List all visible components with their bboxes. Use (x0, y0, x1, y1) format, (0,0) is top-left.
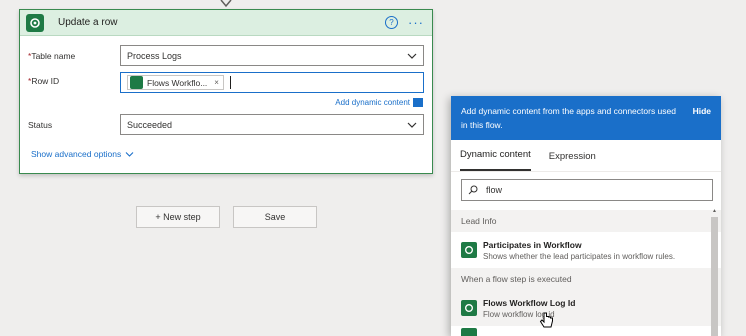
search-value: flow (486, 185, 503, 195)
show-advanced-label: Show advanced options (31, 149, 122, 159)
help-icon[interactable]: ? (385, 16, 398, 29)
dynamic-content-token[interactable]: Flows Workflo... × (127, 75, 224, 90)
list-item-description: Shows whether the lead participates in w… (483, 251, 676, 261)
status-dropdown[interactable]: Succeeded (120, 114, 424, 135)
dynamic-content-flyout: Add dynamic content from the apps and co… (451, 96, 721, 336)
update-row-action-card: Update a row ? ··· *Table name Process L… (19, 9, 433, 174)
dynamic-content-toggle-icon[interactable] (413, 98, 423, 107)
table-name-value: Process Logs (127, 50, 182, 61)
dataverse-item-icon (461, 328, 477, 336)
scrollbar-thumb[interactable] (711, 217, 718, 336)
show-advanced-options-link[interactable]: Show advanced options (31, 149, 134, 159)
list-item[interactable]: Flows Workflow Log Id Flow workflow log … (451, 290, 721, 326)
flyout-header: Add dynamic content from the apps and co… (451, 96, 721, 140)
row-id-label: *Row ID (28, 76, 60, 86)
text-caret (229, 76, 231, 89)
add-dynamic-content-link[interactable]: Add dynamic content (335, 98, 410, 107)
list-item-description: Flow workflow log id (483, 309, 555, 319)
search-icon (468, 185, 478, 195)
scroll-up-icon[interactable]: ▲ (712, 208, 717, 214)
hand-cursor-icon (539, 312, 553, 328)
dataverse-token-icon (130, 76, 143, 89)
table-name-dropdown[interactable]: Process Logs (120, 45, 424, 66)
list-item[interactable]: Participates in Workflow Shows whether t… (451, 232, 721, 268)
flyout-header-text: Add dynamic content from the apps and co… (461, 106, 676, 130)
token-label: Flows Workflo... (147, 77, 208, 88)
status-label: Status (28, 119, 53, 130)
dataverse-logo-icon (26, 13, 44, 32)
new-step-button[interactable]: + New step (136, 206, 220, 228)
section-header: Lead Info (451, 210, 721, 232)
status-value: Succeeded (127, 119, 173, 130)
table-name-row: *Table name Process Logs (28, 45, 424, 66)
row-id-input[interactable]: Flows Workflo... × (120, 72, 424, 93)
search-input[interactable]: flow (461, 179, 713, 201)
token-remove-icon[interactable]: × (214, 78, 219, 87)
card-title: Update a row (58, 17, 118, 28)
tab-dynamic-content[interactable]: Dynamic content (460, 149, 531, 171)
list-item-title: Flows Workflow Log Id (483, 297, 576, 308)
chevron-down-icon (125, 151, 134, 157)
dataverse-item-icon (461, 300, 477, 316)
search-wrap: flow (451, 172, 721, 210)
list-item-partial[interactable] (451, 326, 721, 336)
list-item-title: Participates in Workflow (483, 239, 582, 250)
dataverse-item-icon (461, 242, 477, 258)
chevron-down-icon (407, 122, 417, 128)
more-options-icon[interactable]: ··· (408, 16, 424, 29)
status-row: Status Succeeded (28, 114, 424, 135)
flyout-tabs: Dynamic content Expression (451, 140, 721, 172)
section-header: When a flow step is executed (451, 268, 721, 290)
table-name-label: *Table name (28, 50, 76, 61)
chevron-down-icon (407, 53, 417, 59)
save-button[interactable]: Save (233, 206, 317, 228)
tab-expression[interactable]: Expression (549, 151, 596, 171)
card-header[interactable]: Update a row ? ··· (20, 10, 432, 36)
hide-button[interactable]: Hide (693, 104, 711, 140)
flyout-scrollbar[interactable]: ▲ (711, 208, 718, 336)
row-id-row: *Row ID Flows Workflo... × (28, 72, 424, 93)
